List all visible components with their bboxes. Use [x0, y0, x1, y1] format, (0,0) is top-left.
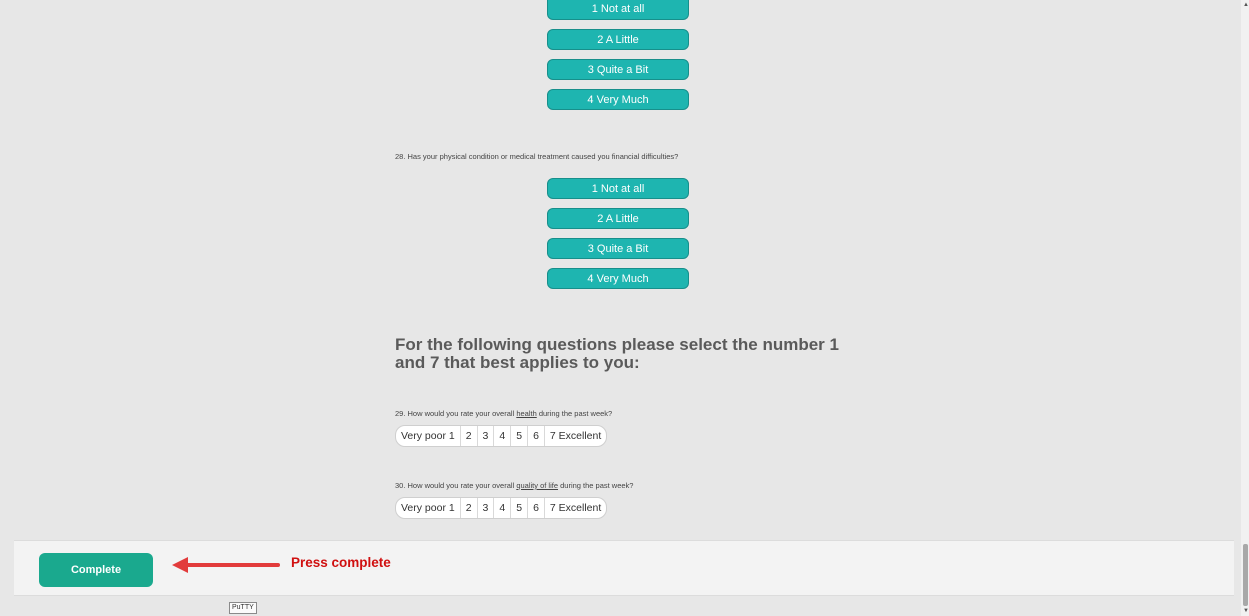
q29-rating-6[interactable]: 6: [528, 426, 545, 446]
q30-rating-5[interactable]: 5: [511, 498, 529, 518]
q29-rating-4[interactable]: 4: [494, 426, 512, 446]
q30-rating-1[interactable]: Very poor 1: [396, 498, 461, 518]
putty-tooltip: PuTTY: [229, 602, 257, 614]
q28-question-text: 28. Has your physical condition or medic…: [395, 152, 679, 161]
q30-suffix: during the past week?: [558, 481, 634, 490]
q30-rating-7[interactable]: 7 Excellent: [545, 498, 606, 518]
q27-option-4-button[interactable]: 4 Very Much: [547, 89, 689, 110]
q29-rating-5[interactable]: 5: [511, 426, 529, 446]
q30-rating-4[interactable]: 4: [494, 498, 512, 518]
vertical-scrollbar[interactable]: [1241, 0, 1249, 616]
scrollbar-thumb[interactable]: [1243, 544, 1248, 606]
q29-emphasis: health: [516, 409, 537, 418]
q29-rating-1[interactable]: Very poor 1: [396, 426, 461, 446]
q30-rating-6[interactable]: 6: [528, 498, 545, 518]
q29-rating-3[interactable]: 3: [478, 426, 495, 446]
q29-suffix: during the past week?: [536, 409, 613, 418]
q28-option-2-button[interactable]: 2 A Little: [547, 208, 689, 229]
scroll-up-icon[interactable]: ▲: [1243, 2, 1249, 8]
q29-rating-2[interactable]: 2: [461, 426, 478, 446]
q30-rating-3[interactable]: 3: [478, 498, 495, 518]
q27-option-2-button[interactable]: 2 A Little: [547, 29, 689, 50]
scroll-down-icon[interactable]: ▼: [1243, 608, 1249, 614]
q29-rating-scale: Very poor 1 2 3 4 5 6 7 Excellent: [395, 425, 608, 447]
q30-prefix: 30. How would you rate your overall: [395, 481, 517, 490]
q29-rating-7[interactable]: 7 Excellent: [545, 426, 606, 446]
section-heading: For the following questions please selec…: [395, 335, 839, 372]
q30-question-text: 30. How would you rate your overall qual…: [395, 481, 633, 490]
q29-prefix: 29. How would you rate your overall: [395, 409, 517, 418]
q27-option-1-button[interactable]: 1 Not at all: [547, 0, 689, 20]
q29-question-text: 29. How would you rate your overall heal…: [395, 409, 612, 418]
q27-option-3-button[interactable]: 3 Quite a Bit: [547, 59, 689, 80]
q28-option-3-button[interactable]: 3 Quite a Bit: [547, 238, 689, 259]
red-arrow-icon: [172, 557, 280, 573]
q30-rating-scale: Very poor 1 2 3 4 5 6 7 Excellent: [395, 497, 608, 519]
complete-button[interactable]: Complete: [39, 553, 153, 587]
q30-rating-2[interactable]: 2: [461, 498, 478, 518]
q28-option-1-button[interactable]: 1 Not at all: [547, 178, 689, 199]
q28-option-4-button[interactable]: 4 Very Much: [547, 268, 689, 289]
q30-emphasis: quality of life: [516, 481, 559, 490]
press-complete-annotation: Press complete: [291, 555, 391, 570]
